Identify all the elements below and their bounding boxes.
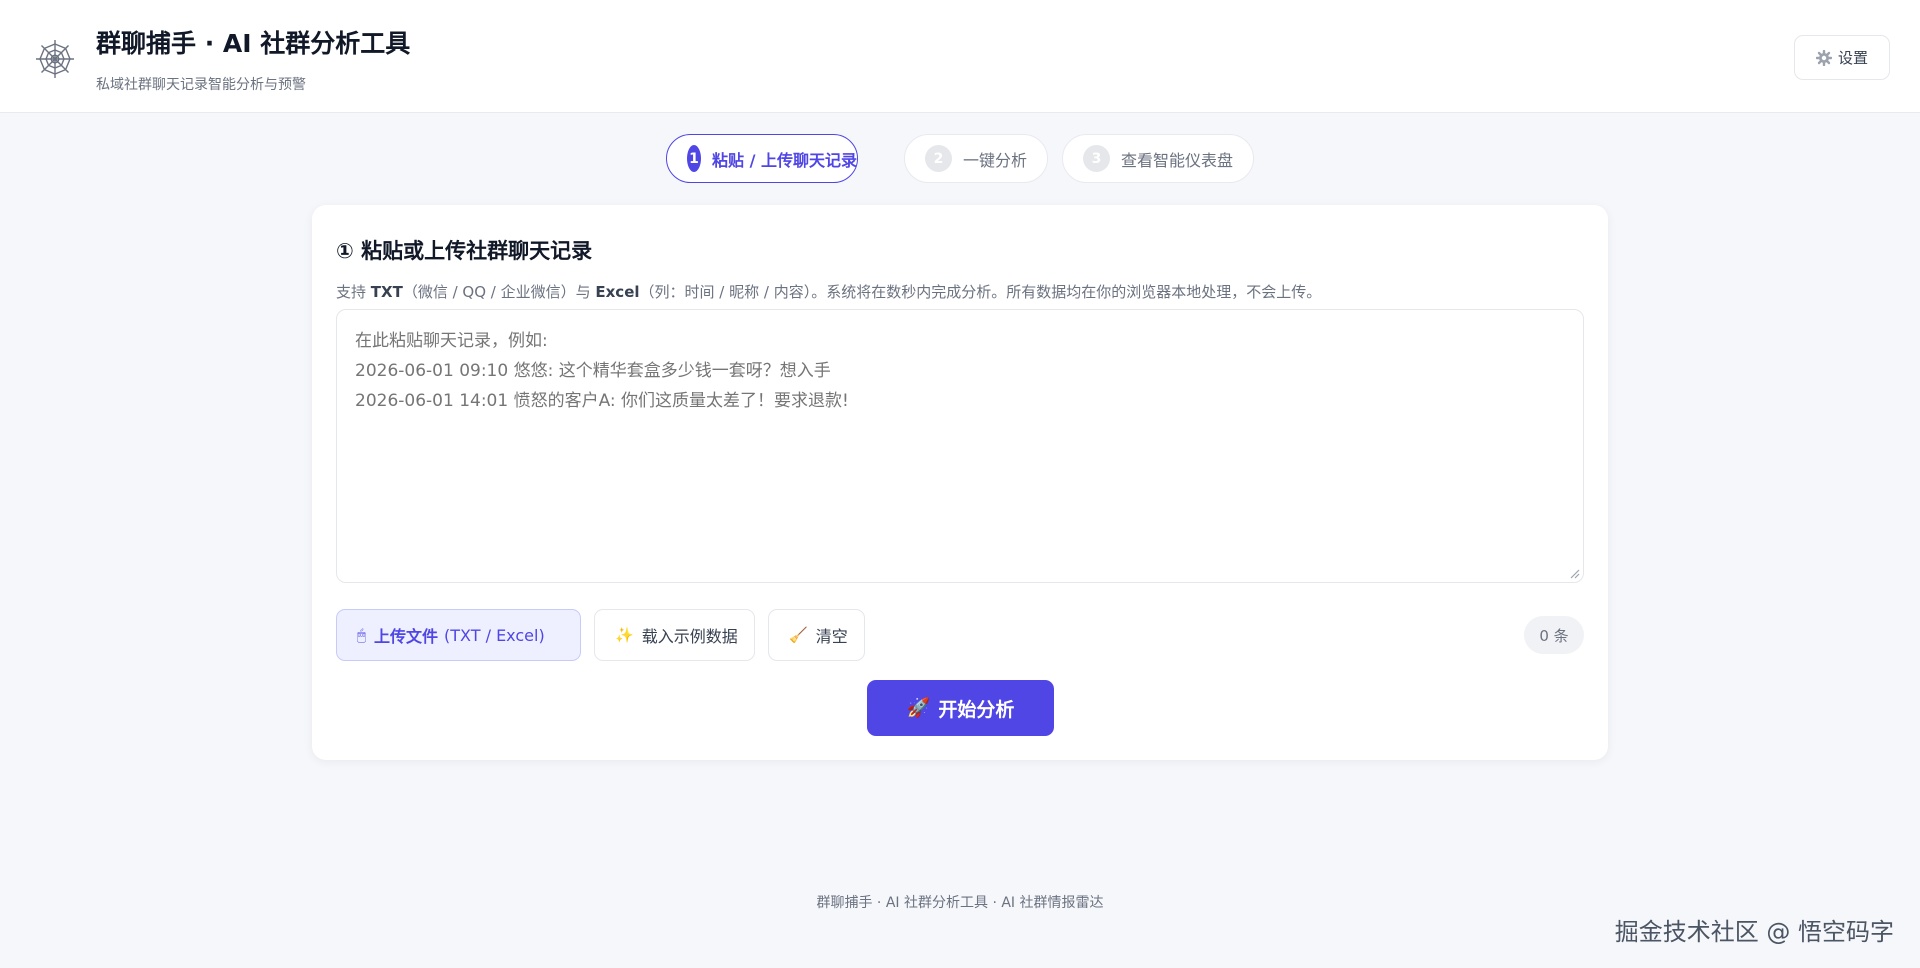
step-1-paste-upload[interactable]: 1 粘贴 / 上传聊天记录 [666,134,858,183]
upload-file-button[interactable]: 🖱 上传文件 (TXT / Excel) [336,609,581,661]
settings-label: 设置 [1837,49,1868,67]
card-description: 支持 TXT（微信 / QQ / 企业微信）与 Excel（列：时间 / 昵称 … [336,281,1321,302]
step-3-dashboard[interactable]: 3 查看智能仪表盘 [1062,134,1254,183]
footer-text: 群聊捕手 · AI 社群分析工具 · AI 社群情报雷达 [816,895,1104,911]
upload-card: ① 粘贴或上传社群聊天记录 支持 TXT（微信 / QQ / 企业微信）与 Ex… [312,205,1608,760]
load-sample-button[interactable]: ✨ 载入示例数据 [594,609,755,661]
app-title: 群聊捕手 · AI 社群分析工具 [96,29,411,58]
step-number: 3 [1083,145,1110,172]
step-indicator: 1 粘贴 / 上传聊天记录 2 一键分析 3 查看智能仪表盘 [0,134,1920,183]
app-subtitle: 私域社群聊天记录智能分析与预警 [96,77,306,93]
desc-suffix: （列：时间 / 昵称 / 内容）。系统将在数秒内完成分析。所有数据均在你的浏览器… [639,283,1322,301]
step-number: 1 [687,145,701,172]
spider-web-icon [36,40,74,78]
card-title: ① 粘贴或上传社群聊天记录 [336,239,593,263]
settings-button[interactable]: 设置 [1794,35,1890,80]
app-header: 群聊捕手 · AI 社群分析工具 私域社群聊天记录智能分析与预警 设置 [0,0,1920,113]
clear-label: 清空 [815,627,848,646]
desc-txt: TXT [370,283,403,301]
desc-excel: Excel [595,283,640,301]
sparkles-icon: ✨ [615,626,634,644]
step-number: 2 [925,145,952,172]
step-2-analyze[interactable]: 2 一键分析 [904,134,1048,183]
mouse-icon: 🖱 [357,626,367,644]
chat-records-textarea[interactable] [337,310,1583,582]
upload-formats: (TXT / Excel) [444,625,545,645]
rocket-icon: 🚀 [906,698,931,719]
start-analysis-button[interactable]: 🚀 开始分析 [867,680,1054,736]
desc-prefix: 支持 [336,283,371,301]
step-label: 一键分析 [963,150,1028,170]
record-count-badge: 0 条 [1524,616,1584,654]
clear-button[interactable]: 🧹 清空 [768,609,865,661]
desc-txt-note: （微信 / QQ / 企业微信）与 [402,283,596,301]
sample-label: 载入示例数据 [641,627,738,646]
upload-label: 上传文件 [374,627,439,646]
step-label: 查看智能仪表盘 [1121,150,1234,170]
step-label: 粘贴 / 上传聊天记录 [712,150,857,170]
watermark: 掘金技术社区 @ 悟空码字 [1614,918,1894,946]
action-bar: 🖱 上传文件 (TXT / Excel) ✨ 载入示例数据 🧹 清空 0 条 [336,609,1584,661]
broom-icon: 🧹 [789,626,808,644]
chat-input-wrapper [336,309,1584,583]
gear-icon [1815,49,1832,66]
resize-handle-icon[interactable] [1570,569,1580,579]
analyze-label: 开始分析 [938,699,1015,721]
